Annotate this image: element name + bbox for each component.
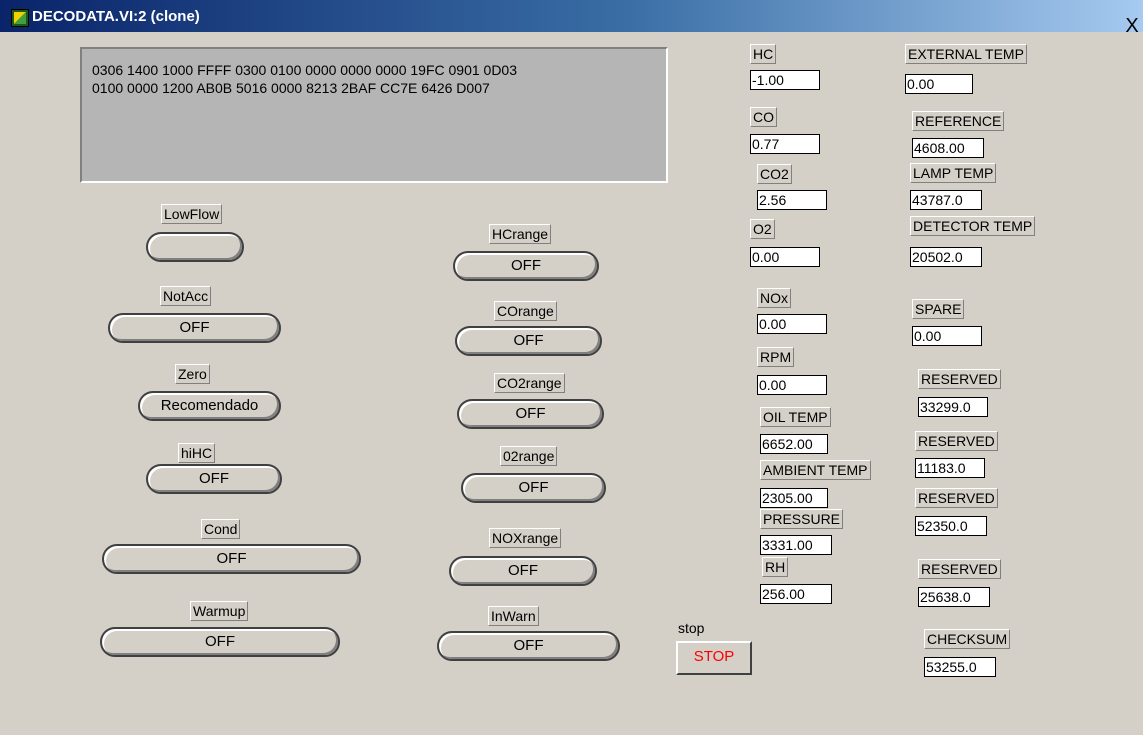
lowflow-indicator	[146, 232, 244, 262]
hcrange-indicator: OFF	[453, 251, 599, 281]
ambient-temp-label: AMBIENT TEMP	[760, 460, 871, 480]
co2range-indicator: OFF	[457, 399, 604, 429]
co2-label: CO2	[757, 164, 792, 184]
reserved-1-value: 33299.0	[918, 397, 988, 417]
rh-label: RH	[762, 557, 789, 577]
window-title: DECODATA.VI:2 (clone)	[32, 8, 200, 25]
checksum-value: 53255.0	[924, 657, 996, 677]
hcrange-label: HCrange	[489, 224, 552, 244]
cond-indicator: OFF	[102, 544, 361, 574]
inwarn-label: InWarn	[488, 606, 539, 626]
detector-temp-value: 20502.0	[910, 247, 982, 267]
lamp-temp-label: LAMP TEMP	[910, 163, 997, 183]
o2range-label: 02range	[500, 446, 558, 466]
spare-value: 0.00	[912, 326, 982, 346]
zero-label: Zero	[175, 364, 210, 384]
o2-value: 0.00	[750, 247, 820, 267]
ambient-temp-value: 2305.00	[760, 488, 828, 508]
inwarn-indicator: OFF	[437, 631, 620, 661]
labview-vi-icon	[11, 9, 29, 27]
corange-label: COrange	[494, 301, 557, 321]
spare-label: SPARE	[912, 299, 965, 319]
external-temp-value: 0.00	[905, 74, 973, 94]
lowflow-label: LowFlow	[161, 204, 223, 224]
checksum-label: CHECKSUM	[924, 629, 1011, 649]
detector-temp-label: DETECTOR TEMP	[910, 216, 1036, 236]
o2-label: O2	[750, 219, 775, 239]
reference-label: REFERENCE	[912, 111, 1005, 131]
stop-button[interactable]: STOP	[676, 641, 752, 675]
hc-value: -1.00	[750, 70, 820, 90]
warmup-label: Warmup	[190, 601, 249, 621]
external-temp-label: EXTERNAL TEMP	[905, 44, 1027, 64]
co2-value: 2.56	[757, 190, 827, 210]
reserved-3-label: RESERVED	[915, 488, 998, 508]
notacc-label: NotAcc	[160, 286, 212, 306]
reserved-2-value: 11183.0	[915, 458, 985, 478]
noxrange-label: NOXrange	[489, 528, 562, 548]
hc-label: HC	[750, 44, 777, 64]
lamp-temp-value: 43787.0	[910, 190, 982, 210]
pressure-value: 3331.00	[760, 535, 832, 555]
notacc-indicator: OFF	[108, 313, 281, 343]
co2range-label: CO2range	[494, 373, 565, 393]
hihc-label: hiHC	[178, 443, 216, 463]
hihc-indicator: OFF	[146, 464, 282, 494]
rpm-value: 0.00	[757, 375, 827, 395]
reference-value: 4608.00	[912, 138, 984, 158]
nox-label: NOx	[757, 288, 791, 308]
zero-indicator: Recomendado	[138, 391, 281, 421]
stop-label: stop	[678, 620, 705, 636]
reserved-1-label: RESERVED	[918, 369, 1001, 389]
o2range-indicator: OFF	[461, 473, 606, 503]
warmup-indicator: OFF	[100, 627, 340, 657]
corange-indicator: OFF	[455, 326, 602, 356]
oil-temp-label: OIL TEMP	[760, 407, 831, 427]
reserved-4-value: 25638.0	[918, 587, 990, 607]
hex-data-display: 0306 1400 1000 FFFF 0300 0100 0000 0000 …	[80, 47, 668, 183]
rh-value: 256.00	[760, 584, 832, 604]
reserved-3-value: 52350.0	[915, 516, 987, 536]
reserved-4-label: RESERVED	[918, 559, 1001, 579]
nox-value: 0.00	[757, 314, 827, 334]
reserved-2-label: RESERVED	[915, 431, 998, 451]
rpm-label: RPM	[757, 347, 795, 367]
cond-label: Cond	[201, 519, 241, 539]
oil-temp-value: 6652.00	[760, 434, 828, 454]
pressure-label: PRESSURE	[760, 509, 844, 529]
co-value: 0.77	[750, 134, 820, 154]
co-label: CO	[750, 107, 777, 127]
front-panel: 0306 1400 1000 FFFF 0300 0100 0000 0000 …	[0, 32, 1143, 735]
noxrange-indicator: OFF	[449, 556, 597, 586]
title-bar: DECODATA.VI:2 (clone)	[0, 0, 1143, 32]
